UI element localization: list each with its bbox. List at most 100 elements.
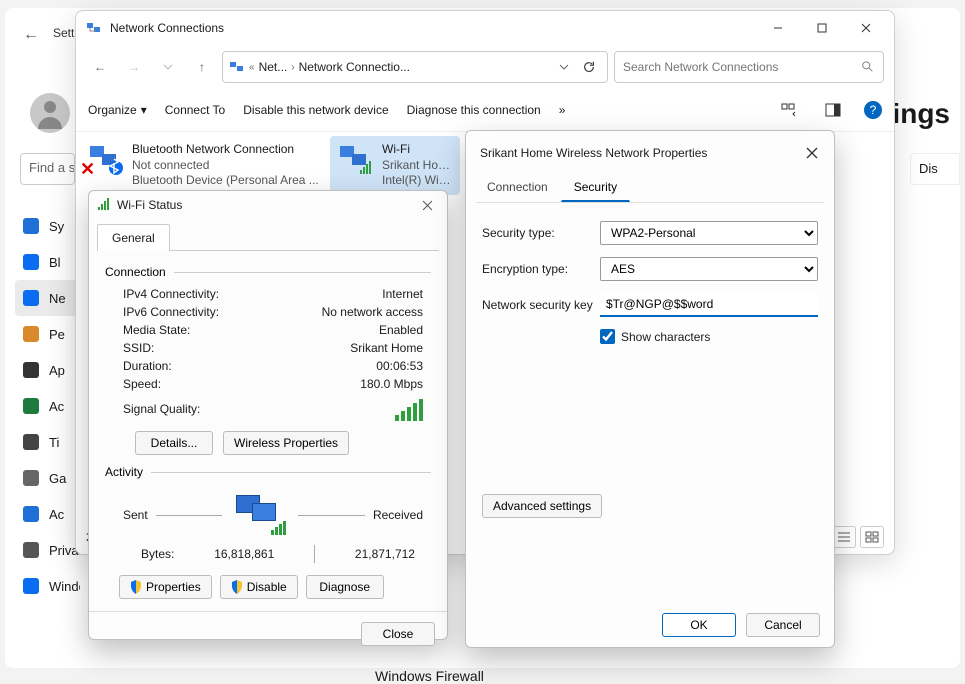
- nav-up-icon[interactable]: ↑: [188, 53, 216, 81]
- sidebar-icon: [23, 434, 39, 450]
- sidebar-icon: [23, 254, 39, 270]
- overflow-icon[interactable]: »: [559, 103, 566, 117]
- settings-title: Setti: [53, 26, 77, 40]
- bluetooth-connection-icon: ✕: [88, 142, 124, 178]
- properties-button[interactable]: Properties: [119, 575, 212, 599]
- close-button[interactable]: [413, 194, 441, 216]
- minimize-button[interactable]: [756, 13, 800, 43]
- sidebar-item[interactable]: Ac: [15, 388, 80, 424]
- search-input[interactable]: [623, 60, 861, 74]
- status-value: Srikant Home: [350, 341, 423, 355]
- close-button[interactable]: Close: [361, 622, 435, 646]
- cancel-button[interactable]: Cancel: [746, 613, 820, 637]
- search-icon[interactable]: [861, 60, 875, 74]
- bytes-received-value: 21,871,712: [355, 547, 415, 561]
- sidebar-label: Pe: [49, 327, 65, 342]
- sidebar-item[interactable]: Pe: [15, 316, 80, 352]
- connection-status: Srikant Home: [382, 158, 452, 174]
- sidebar-icon: [23, 470, 39, 486]
- sidebar-item[interactable]: Ac: [15, 496, 80, 532]
- sidebar-item[interactable]: Windo: [15, 568, 80, 604]
- search-box[interactable]: [614, 51, 884, 83]
- dialog-title: Srikant Home Wireless Network Properties: [480, 146, 707, 160]
- close-button[interactable]: [844, 13, 888, 43]
- sidebar-item[interactable]: Privacy: [15, 532, 80, 568]
- address-bar[interactable]: « Net... › Network Connectio...: [222, 51, 608, 83]
- status-value: 180.0 Mbps: [360, 377, 423, 391]
- firewall-heading: Windows Firewall: [375, 668, 484, 684]
- connection-item-wifi[interactable]: Wi-Fi Srikant Home Intel(R) Wirele: [330, 136, 460, 195]
- sidebar-label: Ac: [49, 399, 64, 414]
- sidebar-item[interactable]: Ti: [15, 424, 80, 460]
- nav-row: ← → ↑ « Net... › Network Connectio...: [76, 45, 894, 89]
- sidebar-item[interactable]: Ga: [15, 460, 80, 496]
- encryption-type-select[interactable]: AES: [600, 257, 818, 281]
- connect-to-button[interactable]: Connect To: [165, 103, 226, 117]
- disable-device-button[interactable]: Disable this network device: [243, 103, 388, 117]
- sidebar-item[interactable]: Ap: [15, 352, 80, 388]
- group-connection: Connection: [105, 265, 431, 279]
- sidebar-label: Ga: [49, 471, 66, 486]
- tab-connection[interactable]: Connection: [474, 173, 561, 202]
- disconnected-x-icon: ✕: [80, 159, 95, 180]
- close-button[interactable]: [800, 141, 824, 165]
- status-key: IPv4 Connectivity:: [123, 287, 219, 301]
- disable-button[interactable]: Disable: [220, 575, 298, 599]
- sent-label: Sent: [123, 508, 148, 522]
- maximize-button[interactable]: [800, 13, 844, 43]
- chevron-down-icon[interactable]: [559, 62, 569, 72]
- wifi-connection-icon: [338, 142, 374, 178]
- help-icon[interactable]: ?: [864, 101, 882, 119]
- sidebar-label: Windo: [49, 579, 80, 594]
- sidebar-icon: [23, 218, 39, 234]
- details-button[interactable]: Details...: [135, 431, 213, 455]
- wireless-properties-button[interactable]: Wireless Properties: [223, 431, 349, 455]
- large-icons-view-icon[interactable]: [860, 526, 884, 548]
- refresh-icon[interactable]: [577, 55, 601, 79]
- status-value: 00:06:53: [376, 359, 423, 373]
- sidebar-label: Ap: [49, 363, 65, 378]
- diagnose-button[interactable]: Diagnose: [306, 575, 384, 599]
- connection-item-bluetooth[interactable]: ✕ Bluetooth Network Connection Not conne…: [80, 136, 330, 195]
- nav-back-icon[interactable]: ←: [86, 53, 114, 81]
- preview-pane-icon[interactable]: [820, 97, 846, 123]
- group-activity: Activity: [105, 465, 431, 479]
- sidebar-item[interactable]: Ne: [15, 280, 80, 316]
- ok-button[interactable]: OK: [662, 613, 736, 637]
- tab-security[interactable]: Security: [561, 173, 630, 202]
- organize-menu[interactable]: Organize ▾: [88, 103, 147, 117]
- nav-forward-icon: →: [120, 53, 148, 81]
- truncated-button[interactable]: Dis: [910, 153, 960, 185]
- network-key-input[interactable]: [600, 293, 818, 317]
- shield-icon: [231, 580, 243, 594]
- breadcrumb[interactable]: Net...: [259, 60, 288, 74]
- sidebar-label: Bl: [49, 255, 61, 270]
- breadcrumb[interactable]: Network Connectio...: [299, 60, 410, 74]
- activity-icon: [230, 495, 290, 535]
- nav-history-icon[interactable]: [154, 53, 182, 81]
- view-options-icon[interactable]: [776, 97, 802, 123]
- titlebar: Srikant Home Wireless Network Properties: [466, 131, 834, 173]
- tab-body: Security type: WPA2-Personal Encryption …: [476, 202, 824, 526]
- back-icon[interactable]: ←: [23, 26, 39, 44]
- sidebar-item[interactable]: Bl: [15, 244, 80, 280]
- status-value: No network access: [322, 305, 423, 319]
- signal-icon: [97, 198, 111, 212]
- settings-search-input[interactable]: Find a s: [20, 153, 75, 185]
- dialog-title: Wi-Fi Status: [117, 198, 413, 212]
- diagnose-button[interactable]: Diagnose this connection: [407, 103, 541, 117]
- titlebar: Wi-Fi Status: [89, 191, 447, 219]
- sidebar-label: Ne: [49, 291, 66, 306]
- security-type-label: Security type:: [482, 226, 600, 240]
- sidebar-label: Sy: [49, 219, 64, 234]
- status-value: Enabled: [379, 323, 423, 337]
- advanced-settings-button[interactable]: Advanced settings: [482, 494, 602, 518]
- tab-general[interactable]: General: [97, 224, 170, 251]
- security-type-select[interactable]: WPA2-Personal: [600, 221, 818, 245]
- received-label: Received: [373, 508, 423, 522]
- details-view-icon[interactable]: [832, 526, 856, 548]
- sidebar-item[interactable]: Sy: [15, 208, 80, 244]
- show-characters-checkbox[interactable]: [600, 329, 615, 344]
- avatar[interactable]: [30, 93, 70, 133]
- chevron-left-icon: «: [249, 62, 255, 73]
